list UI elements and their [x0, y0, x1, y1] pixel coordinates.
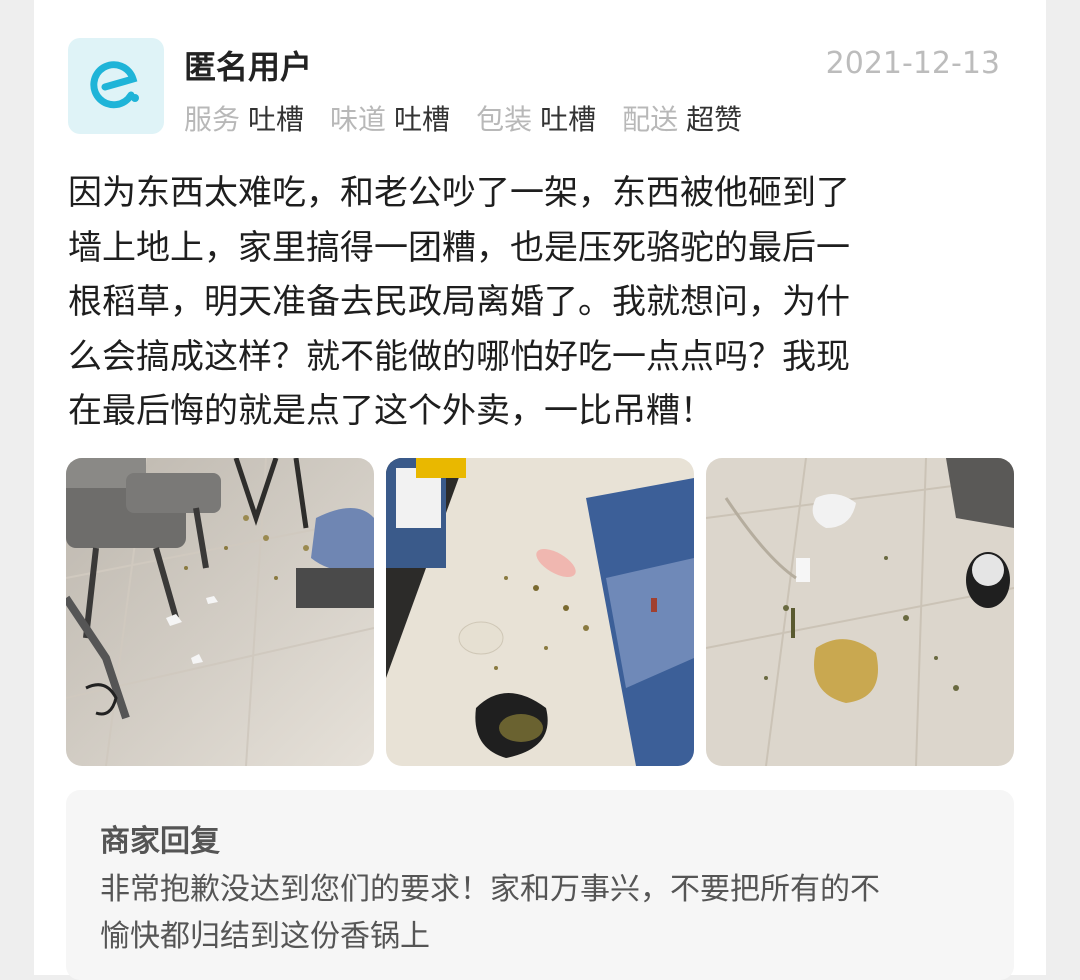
rating-packaging: 包装 吐槽 [476, 98, 596, 138]
review-photo-1[interactable] [66, 458, 374, 766]
rating-label: 味道 [330, 103, 387, 136]
rating-list: 服务 吐槽 味道 吐槽 包装 吐槽 配送 超赞 [184, 98, 742, 138]
rating-service: 服务 吐槽 [184, 98, 304, 138]
review-photo-2[interactable] [386, 458, 694, 766]
photo-2-image [386, 458, 694, 766]
rating-value: 吐槽 [394, 103, 451, 136]
rating-label: 配送 [622, 103, 679, 136]
rating-label: 包装 [476, 103, 533, 136]
eleme-logo-icon [90, 61, 139, 109]
photo-1-image [66, 458, 374, 766]
reply-title: 商家回复 [100, 824, 220, 859]
review-date: 2021-12-13 [825, 46, 1000, 81]
rating-value: 超赞 [686, 103, 743, 136]
review-photo-3[interactable] [706, 458, 1014, 766]
photo-gallery [66, 458, 1014, 766]
rating-value: 吐槽 [248, 103, 305, 136]
reply-text: 非常抱歉没达到您们的要求！家和万事兴，不要把所有的不 愉快都归结到这份香锅上 [100, 872, 880, 954]
rating-taste: 味道 吐槽 [330, 98, 450, 138]
rating-label: 服务 [184, 103, 241, 136]
avatar[interactable] [68, 38, 164, 134]
review-card: 匿名用户 2021-12-13 服务 吐槽 味道 吐槽 包装 吐槽 配送 超赞 因为东西… [34, 0, 1046, 980]
user-name: 匿名用户 [184, 48, 313, 86]
review-text: 因为东西太难吃，和老公吵了一架，东西被他砸到了 墙上地上，家里搞得一团糟，也是压… [68, 173, 850, 431]
rating-value: 吐槽 [540, 103, 597, 136]
photo-3-image [706, 458, 1014, 766]
rating-delivery: 配送 超赞 [622, 98, 742, 138]
merchant-reply: 商家回复 非常抱歉没达到您们的要求！家和万事兴，不要把所有的不 愉快都归结到这份… [66, 790, 1014, 980]
